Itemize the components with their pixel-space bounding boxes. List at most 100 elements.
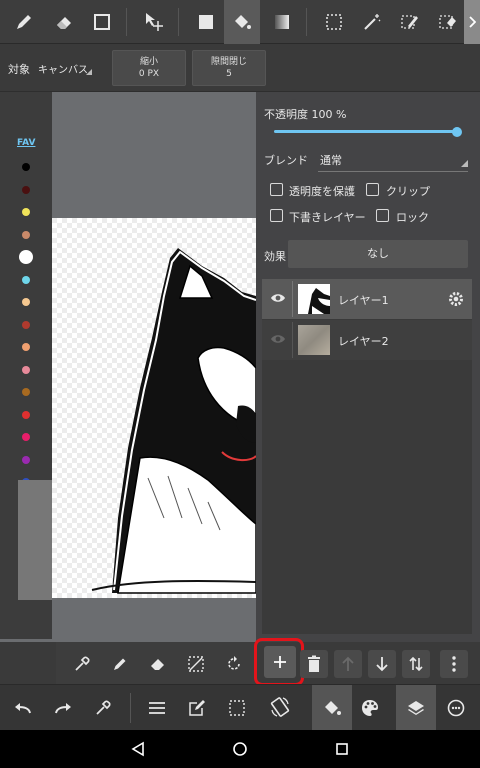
opacity-slider-thumb[interactable] bbox=[452, 127, 462, 137]
eyedropper-icon bbox=[75, 656, 90, 671]
undo-icon bbox=[15, 703, 31, 714]
pen-tool-button[interactable] bbox=[6, 0, 42, 44]
color-swatch[interactable] bbox=[22, 433, 30, 441]
shrink-label: 縮小 bbox=[139, 57, 158, 67]
magic-wand-icon bbox=[364, 14, 381, 30]
clip-checkbox[interactable] bbox=[366, 183, 379, 196]
move-layer-up-button[interactable] bbox=[334, 650, 362, 678]
deselect-button[interactable] bbox=[184, 652, 208, 676]
palette-scroll-area bbox=[18, 480, 52, 600]
move-layer-down-button[interactable] bbox=[368, 650, 396, 678]
layer-panel: 不透明度 100 % ブレンド 通常 透明度を保護 クリップ 下書きレイヤー ロ… bbox=[256, 92, 480, 642]
layers-button[interactable] bbox=[396, 685, 436, 731]
more-button[interactable] bbox=[440, 650, 468, 678]
move-tool-button[interactable] bbox=[136, 0, 172, 44]
undo-button[interactable] bbox=[10, 695, 36, 721]
eye-icon[interactable] bbox=[270, 292, 286, 304]
protect-alpha-checkbox[interactable] bbox=[270, 183, 283, 196]
magic-wand-tool-button[interactable] bbox=[354, 0, 390, 44]
color-swatch[interactable] bbox=[22, 320, 30, 329]
select-rect-icon bbox=[326, 14, 342, 30]
draft-layer-checkbox[interactable] bbox=[270, 209, 283, 222]
redo-button[interactable] bbox=[50, 695, 76, 721]
effect-label: 効果 bbox=[264, 250, 286, 263]
tool-options-bar: 対象 キャンバス 縮小 0 PX 隙間閉じ 5 bbox=[0, 44, 480, 92]
color-swatch[interactable] bbox=[22, 365, 30, 374]
color-swatch[interactable] bbox=[22, 230, 30, 239]
gradient-icon bbox=[275, 15, 289, 29]
chevron-right-icon bbox=[469, 16, 476, 28]
edit-icon bbox=[189, 700, 205, 716]
trash-icon bbox=[308, 655, 320, 672]
gradient-tool-button[interactable] bbox=[264, 0, 300, 44]
layer-row-2[interactable]: レイヤー2 bbox=[262, 320, 472, 360]
dropdown-corner-icon bbox=[86, 69, 92, 75]
select-rect-tool-button[interactable] bbox=[316, 0, 352, 44]
layer-2-name: レイヤー2 bbox=[338, 335, 389, 348]
toolbar-scroll-right-button[interactable] bbox=[464, 0, 480, 44]
blend-label: ブレンド bbox=[264, 154, 308, 167]
recents-button[interactable] bbox=[330, 738, 354, 760]
color-swatch[interactable] bbox=[19, 250, 33, 264]
clip-label: クリップ bbox=[386, 185, 430, 198]
layer-row-1[interactable]: レイヤー1 bbox=[262, 279, 472, 319]
effect-button[interactable]: なし bbox=[288, 240, 468, 268]
canvas-artwork[interactable] bbox=[52, 218, 256, 598]
shrink-setting[interactable]: 縮小 0 PX bbox=[112, 50, 186, 86]
pen-button[interactable] bbox=[108, 652, 132, 676]
menu-button[interactable] bbox=[144, 695, 170, 721]
target-select[interactable]: キャンバス bbox=[38, 61, 92, 77]
eyedropper-button[interactable] bbox=[70, 652, 94, 676]
rotate-button[interactable] bbox=[222, 652, 246, 676]
toolbar-divider bbox=[126, 8, 127, 36]
bucket-tool-button[interactable] bbox=[224, 0, 260, 44]
move-icon bbox=[146, 13, 163, 31]
color-swatch[interactable] bbox=[22, 208, 30, 216]
top-toolbar bbox=[0, 0, 480, 44]
edit-button[interactable] bbox=[184, 695, 210, 721]
fav-label[interactable]: FAV bbox=[17, 138, 35, 148]
swap-icon bbox=[409, 656, 423, 672]
color-swatch[interactable] bbox=[22, 163, 30, 171]
eye-icon[interactable] bbox=[270, 333, 286, 345]
selection-button[interactable] bbox=[224, 695, 250, 721]
color-swatch[interactable] bbox=[22, 410, 30, 419]
fill-rect-tool-button[interactable] bbox=[188, 0, 224, 44]
eraser-tool-button[interactable] bbox=[46, 0, 82, 44]
redo-icon bbox=[55, 703, 71, 714]
color-swatch[interactable] bbox=[22, 455, 30, 464]
rectangle-tool-button[interactable] bbox=[84, 0, 120, 44]
lock-checkbox[interactable] bbox=[376, 209, 389, 222]
select-eraser-tool-button[interactable] bbox=[430, 0, 466, 44]
opacity-slider-track[interactable] bbox=[274, 130, 456, 133]
color-swatch[interactable] bbox=[22, 298, 30, 306]
toolbar-divider bbox=[130, 693, 131, 723]
gap-close-setting[interactable]: 隙間閉じ 5 bbox=[192, 50, 266, 86]
palette-button[interactable] bbox=[356, 695, 384, 721]
gear-icon[interactable] bbox=[448, 291, 464, 307]
rotate-icon bbox=[228, 656, 240, 670]
home-circle-icon bbox=[233, 742, 247, 756]
home-button[interactable] bbox=[228, 738, 252, 760]
blend-value: 通常 bbox=[320, 154, 342, 167]
eyedropper-main-button[interactable] bbox=[90, 695, 116, 721]
layers-icon bbox=[408, 701, 424, 715]
brush-settings-button[interactable] bbox=[442, 695, 470, 721]
select-pen-tool-button[interactable] bbox=[392, 0, 428, 44]
back-button[interactable] bbox=[126, 738, 150, 760]
layer-1-name: レイヤー1 bbox=[338, 294, 389, 307]
bucket-icon bbox=[235, 15, 251, 29]
color-palette-panel: FAV bbox=[0, 92, 52, 639]
delete-layer-button[interactable] bbox=[300, 650, 328, 678]
swap-layer-button[interactable] bbox=[402, 650, 430, 678]
rotate-screen-button[interactable] bbox=[266, 693, 294, 721]
color-swatch[interactable] bbox=[22, 275, 30, 284]
fill-mode-button[interactable] bbox=[312, 685, 352, 731]
eraser-button[interactable] bbox=[146, 652, 170, 676]
blend-mode-select[interactable]: 通常 bbox=[318, 148, 468, 172]
color-swatch[interactable] bbox=[22, 343, 30, 351]
target-value: キャンバス bbox=[38, 65, 88, 76]
color-swatch[interactable] bbox=[22, 388, 30, 396]
palette-icon bbox=[362, 700, 378, 716]
color-swatch[interactable] bbox=[22, 185, 30, 194]
